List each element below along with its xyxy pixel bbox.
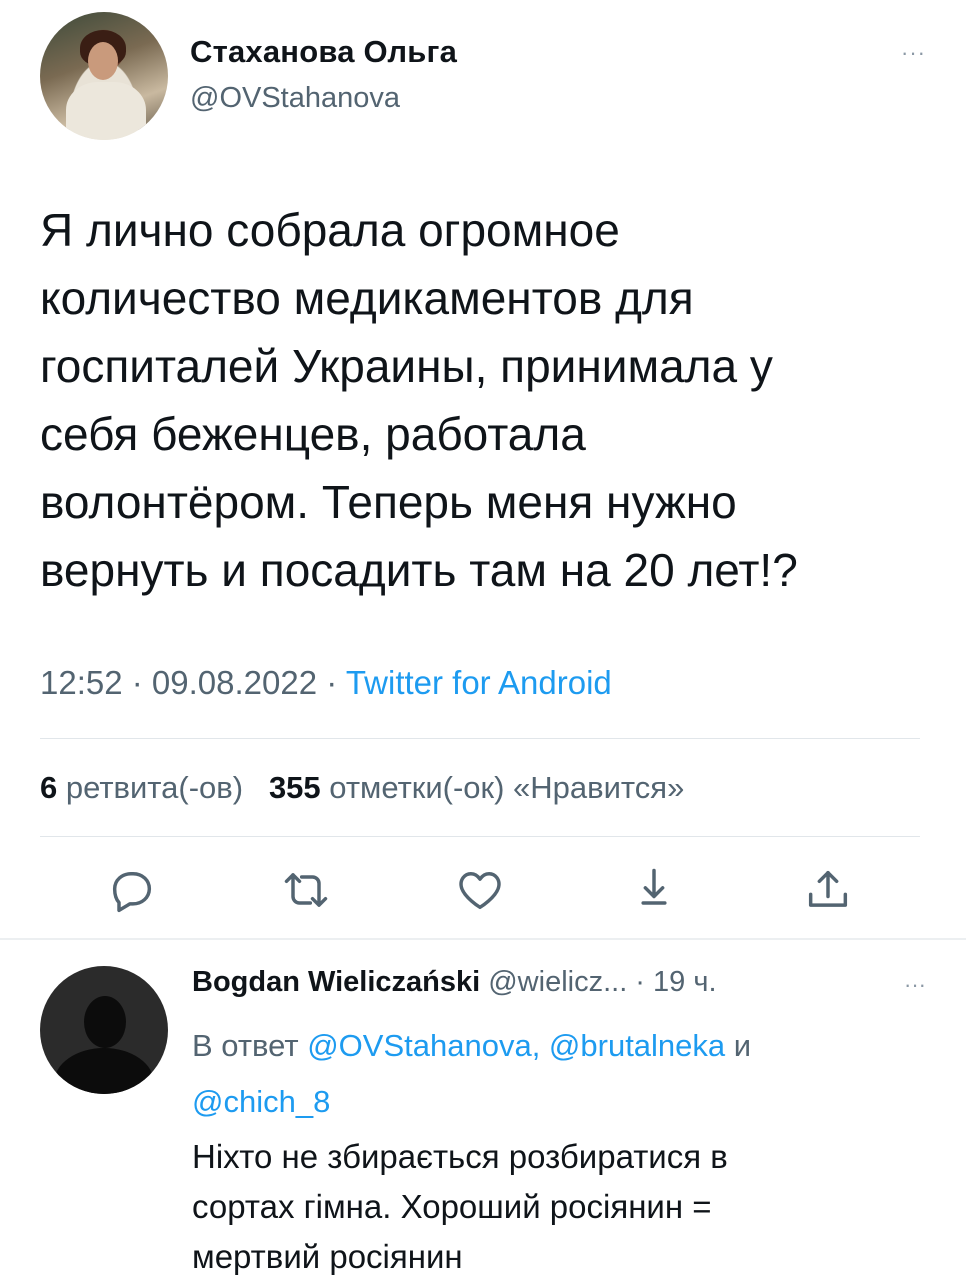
tweet-text: Я лично собрала огромное количество меди… [40,196,920,604]
reply-author-name[interactable]: Bogdan Wieliczański [192,966,480,998]
tweet-header: Стаханова Ольга @OVStahanova ··· [40,12,926,142]
more-options-icon[interactable]: ··· [901,40,926,66]
likes-label[interactable]: отметки(-ок) «Нравится» [329,770,684,805]
author-avatar[interactable] [40,12,168,140]
reply-text-line-last: мертвий росіянин [192,1232,912,1280]
tweet-stats: 6 ретвита(-ов) 355 отметки(-ок) «Нравитс… [40,770,684,806]
replying-to-and: и [725,1028,752,1063]
reply-tweet[interactable]: Bogdan Wieliczański @wielicz... · 19 ч. … [40,960,940,1280]
reply-author-meta[interactable]: @wielicz... · 19 ч. [480,966,716,998]
reply-text-line: мертвий росіянин [192,1238,463,1275]
tweet-action-bar [40,858,920,922]
tweet-text-line: себя беженцев, работала [40,408,586,460]
tweet-text-line: волонтёром. Теперь меня нужно [40,476,737,528]
avatar-body-shape [66,82,146,140]
reply-header: Bogdan Wieliczański @wielicz... · 19 ч. [192,966,717,999]
tweet-text-line: вернуть и посадить там на 20 лет!? [40,544,798,596]
bookmark-icon[interactable] [628,864,680,916]
retweets-count[interactable]: 6 [40,770,57,805]
tweet-text-line: госпиталей Украины, принимала у [40,340,773,392]
avatar-silhouette-head [84,996,126,1048]
section-divider [0,938,966,940]
divider [40,836,920,837]
author-display-name[interactable]: Стаханова Ольга [190,34,457,70]
tweet-timestamp[interactable]: 12:52 · 09.08.2022 · [40,664,346,701]
divider [40,738,920,739]
reply-text-line: сортах гімна. Хороший росіянин = [192,1188,712,1225]
like-icon[interactable] [454,864,506,916]
replying-to-mentions[interactable]: @OVStahanova, @brutalneka [307,1028,725,1063]
retweet-icon[interactable] [280,864,332,916]
tweet-text-line: Я лично собрала огромное [40,204,620,256]
replying-to-mention[interactable]: @chich_8 [192,1084,330,1119]
avatar-face-shape [88,42,118,80]
author-handle[interactable]: @OVStahanova [190,82,400,115]
tweet-meta: 12:52 · 09.08.2022 · Twitter for Android [40,664,612,702]
tweet-source-link[interactable]: Twitter for Android [346,664,612,701]
reply-icon[interactable] [106,864,158,916]
replying-to: В ответ @OVStahanova, @brutalneka и @chi… [192,1018,912,1130]
tweet-text-line: количество медикаментов для [40,272,694,324]
reply-more-options-icon[interactable]: ··· [904,972,926,998]
reply-text: Ніхто не збирається розбиратися в сортах… [192,1132,912,1280]
likes-count[interactable]: 355 [269,770,321,805]
reply-author-avatar[interactable] [40,966,168,1094]
replying-to-prefix: В ответ [192,1028,308,1063]
share-icon[interactable] [802,864,854,916]
reply-text-line: Ніхто не збирається розбиратися в [192,1138,728,1175]
avatar-silhouette-shape [54,1048,154,1094]
retweets-label[interactable]: ретвита(-ов) [66,770,243,805]
